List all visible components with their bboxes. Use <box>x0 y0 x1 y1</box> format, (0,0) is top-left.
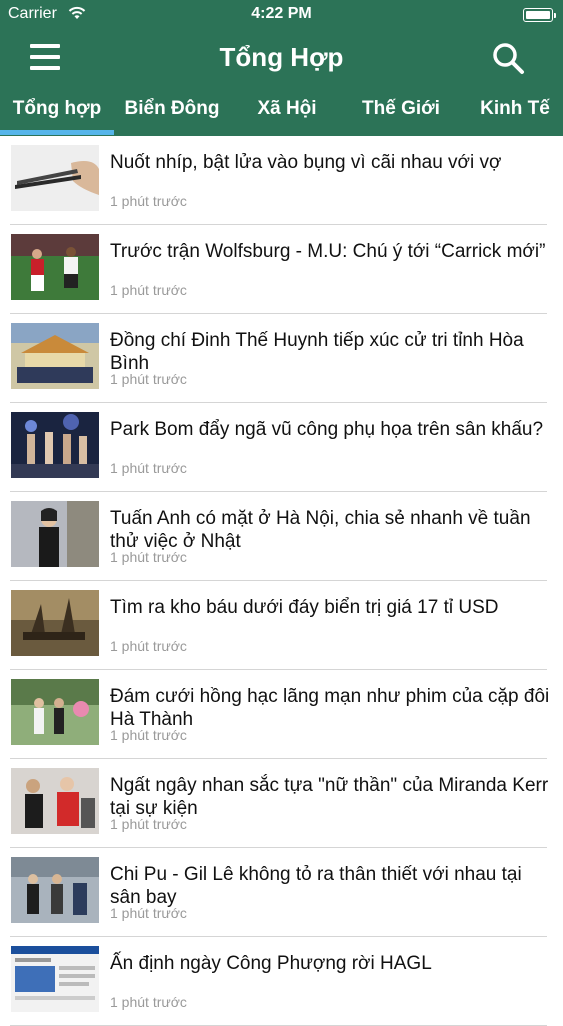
article-title: Ngất ngây nhan sắc tựa "nữ thần" của Mir… <box>110 775 549 819</box>
article-time: 1 phút trước <box>110 816 187 832</box>
status-bar: Carrier 4:22 PM <box>0 0 563 30</box>
article-title: Park Bom đẩy ngã vũ công phụ họa trên sâ… <box>110 419 544 440</box>
article-time: 1 phút trước <box>110 193 187 209</box>
article-time: 1 phút trước <box>110 994 187 1010</box>
article-time: 1 phút trước <box>110 905 187 921</box>
page-title: Tổng Hợp <box>219 42 344 72</box>
article-thumbnail <box>11 501 99 567</box>
article-thumbnail <box>11 768 99 834</box>
article-title: Đồng chí Đinh Thế Huynh tiếp xúc cử tri … <box>110 330 524 374</box>
article-title: Tuấn Anh có mặt ở Hà Nội, chia sẻ nhanh … <box>110 508 531 552</box>
article-title: Đám cưới hồng hạc lãng mạn như phim của … <box>110 686 550 730</box>
search-icon[interactable] <box>490 40 526 76</box>
list-item[interactable]: Ấn định ngày Công Phượng rời HAGL 1 phút… <box>10 937 547 1026</box>
article-time: 1 phút trước <box>110 549 187 565</box>
list-item[interactable]: Đồng chí Đinh Thế Huynh tiếp xúc cử tri … <box>10 314 547 403</box>
list-item[interactable]: Chi Pu - Gil Lê không tỏ ra thân thiết v… <box>10 848 547 937</box>
list-item[interactable]: Park Bom đẩy ngã vũ công phụ họa trên sâ… <box>10 403 547 492</box>
article-title: Trước trận Wolfsburg - M.U: Chú ý tới “C… <box>110 241 546 262</box>
list-item[interactable]: Ngất ngây nhan sắc tựa "nữ thần" của Mir… <box>10 759 549 848</box>
nav-bar: Tổng Hợp <box>0 30 563 86</box>
active-tab-indicator <box>0 130 114 135</box>
tab-kinh-te[interactable]: Kinh Tế <box>458 90 563 136</box>
tab-xa-hoi[interactable]: Xã Hội <box>230 90 344 136</box>
article-title: Tìm ra kho báu dưới đáy biển trị giá 17 … <box>110 597 499 618</box>
clock: 4:22 PM <box>251 5 312 22</box>
list-item[interactable]: Đám cưới hồng hạc lãng mạn như phim của … <box>10 670 550 759</box>
battery-icon <box>523 8 556 22</box>
article-thumbnail <box>11 234 99 300</box>
article-thumbnail <box>11 679 99 745</box>
article-thumbnail <box>11 412 99 478</box>
article-list: Nuốt nhíp, bật lửa vào bụng vì cãi nhau … <box>0 136 563 1026</box>
article-thumbnail <box>11 590 99 656</box>
app-header: Carrier 4:22 PM Tổng Hợp Tổng hợp Biển Đ… <box>0 0 563 136</box>
article-time: 1 phút trước <box>110 638 187 654</box>
category-tabs: Tổng hợp Biển Đông Xã Hội Thế Giới Kinh … <box>0 90 563 136</box>
article-time: 1 phút trước <box>110 727 187 743</box>
article-thumbnail <box>11 323 99 389</box>
article-title: Nuốt nhíp, bật lửa vào bụng vì cãi nhau … <box>110 152 502 173</box>
list-item[interactable]: Trước trận Wolfsburg - M.U: Chú ý tới “C… <box>10 225 547 314</box>
list-item[interactable]: Tìm ra kho báu dưới đáy biển trị giá 17 … <box>10 581 547 670</box>
list-item[interactable]: Nuốt nhíp, bật lửa vào bụng vì cãi nhau … <box>10 136 547 225</box>
tab-the-gioi[interactable]: Thế Giới <box>344 90 458 136</box>
article-title: Ấn định ngày Công Phượng rời HAGL <box>110 953 432 974</box>
article-time: 1 phút trước <box>110 371 187 387</box>
list-item[interactable]: Tuấn Anh có mặt ở Hà Nội, chia sẻ nhanh … <box>10 492 547 581</box>
article-thumbnail <box>11 946 99 1012</box>
article-thumbnail <box>11 145 99 211</box>
article-thumbnail <box>11 857 99 923</box>
article-title: Chi Pu - Gil Lê không tỏ ra thân thiết v… <box>110 864 522 908</box>
tab-bien-dong[interactable]: Biển Đông <box>114 90 230 136</box>
article-time: 1 phút trước <box>110 282 187 298</box>
article-time: 1 phút trước <box>110 460 187 476</box>
